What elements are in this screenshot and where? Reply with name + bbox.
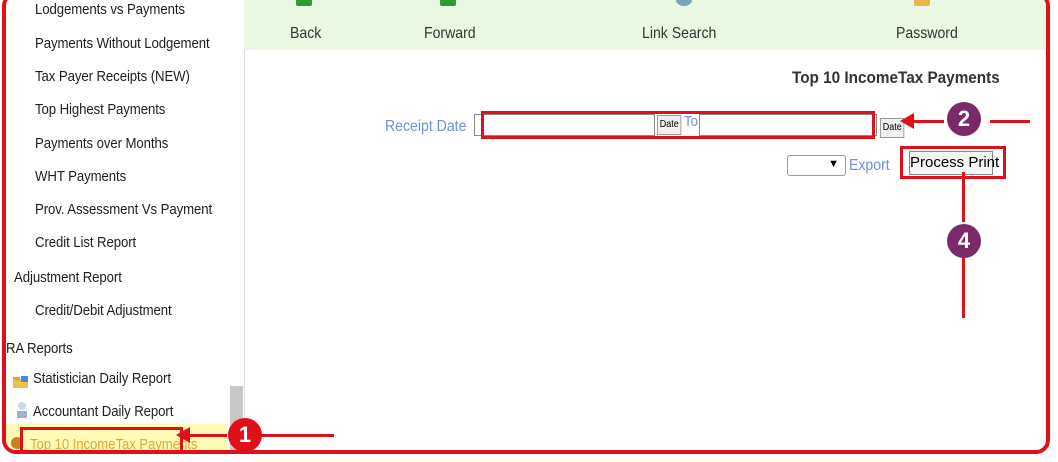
globe-icon xyxy=(676,0,692,6)
sidebar-item-wht-payments[interactable]: WHT Payments xyxy=(35,168,126,185)
sidebar-item-tax-payer-receipts[interactable]: Tax Payer Receipts (NEW) xyxy=(35,68,190,85)
receipt-date-label: Receipt Date xyxy=(385,118,467,135)
back-label: Back xyxy=(290,25,322,42)
forward-label: Forward xyxy=(424,25,476,42)
sidebar-item-credit-debit-adjustment[interactable]: Credit/Debit Adjustment xyxy=(35,302,172,319)
forward-arrow-icon xyxy=(440,0,456,6)
annotation-arrow-2-tail xyxy=(912,120,944,123)
folder-report-icon xyxy=(12,375,28,389)
annotation-arrow-1-line xyxy=(258,434,334,437)
sidebar-group-adjustment-report[interactable]: Adjustment Report xyxy=(14,269,122,286)
forward-button[interactable]: Forward xyxy=(404,0,494,50)
link-search-button[interactable]: Link Search xyxy=(634,0,734,50)
annotation-arrow-4-upper-line xyxy=(962,172,965,222)
annotation-arrow-4-lower-line xyxy=(962,258,965,318)
password-label: Password xyxy=(896,25,958,42)
sidebar-item-accountant-daily-report[interactable]: Accountant Daily Report xyxy=(33,403,173,420)
annotation-arrow-2-head xyxy=(900,113,914,129)
sidebar-item-credit-list-report[interactable]: Credit List Report xyxy=(35,234,136,251)
sidebar-item-payments-over-months[interactable]: Payments over Months xyxy=(35,135,168,152)
key-icon xyxy=(914,0,930,6)
link-search-label: Link Search xyxy=(642,25,717,42)
password-button[interactable]: Password xyxy=(874,0,964,50)
page-title: Top 10 IncomeTax Payments xyxy=(792,68,1000,87)
sidebar-item-top-highest-payments[interactable]: Top Highest Payments xyxy=(35,101,165,118)
annotation-marker-2: 2 xyxy=(947,102,981,136)
sidebar-group-ra-reports[interactable]: RA Reports xyxy=(6,340,73,357)
back-button[interactable]: Back xyxy=(274,0,334,50)
export-link[interactable]: Export xyxy=(849,157,890,175)
accountant-icon xyxy=(14,401,30,418)
toolbar: Back Forward Link Search Password xyxy=(244,0,1046,50)
annotation-arrow-1-head xyxy=(176,427,190,443)
sidebar-item-prov-assessment-vs-payment[interactable]: Prov. Assessment Vs Payment xyxy=(35,201,212,218)
annotation-process-print-highlight xyxy=(900,146,1006,179)
annotation-marker-4: 4 xyxy=(947,224,981,258)
annotation-sidebar-item-highlight xyxy=(20,427,183,450)
sidebar-item-statistician-daily-report[interactable]: Statistician Daily Report xyxy=(33,370,171,387)
annotation-marker-1: 1 xyxy=(228,418,262,452)
back-arrow-icon xyxy=(296,0,312,6)
chevron-down-icon: ▼ xyxy=(828,158,839,170)
annotation-arrow-2-line xyxy=(990,120,1030,123)
annotation-date-range-highlight xyxy=(481,111,875,139)
sidebar: Lodgements vs Payments Payments Without … xyxy=(6,0,245,450)
sidebar-item-lodgements-vs-payments[interactable]: Lodgements vs Payments xyxy=(35,1,185,18)
app-frame: Lodgements vs Payments Payments Without … xyxy=(2,0,1050,454)
sidebar-item-payments-without-lodgement[interactable]: Payments Without Lodgement xyxy=(35,35,210,52)
export-format-select[interactable]: ▼ xyxy=(787,155,846,176)
